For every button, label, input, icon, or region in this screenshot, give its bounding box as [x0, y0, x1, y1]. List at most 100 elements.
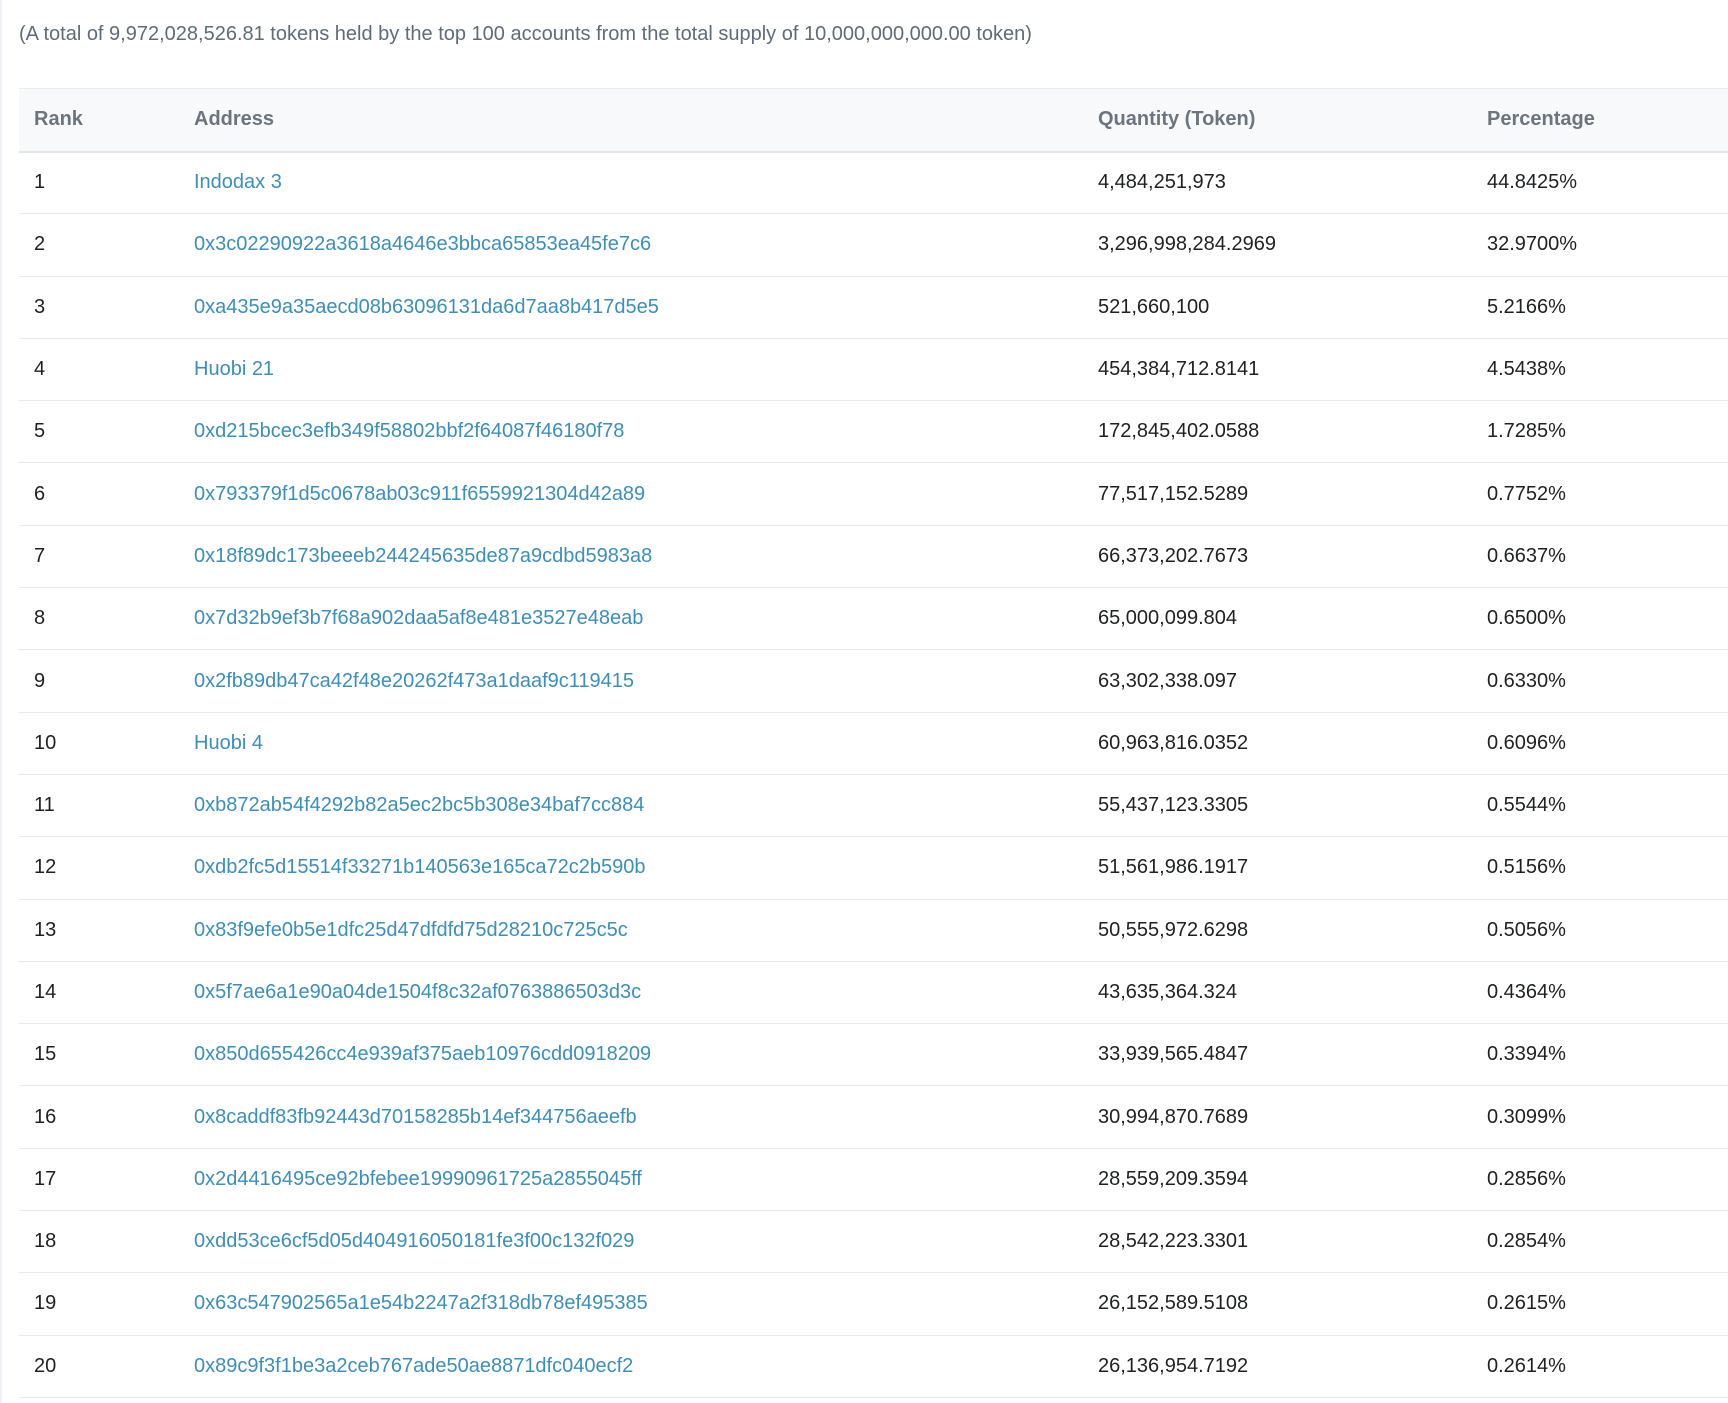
table-row: 19 0x63c547902565a1e54b2247a2f318db78ef49… — [19, 1273, 1728, 1336]
table-row: 14 0x5f7ae6a1e90a04de1504f8c32af076388650… — [19, 961, 1728, 1024]
table-body: 1 Indodax 3 4,484,251,973 44.8425% 2 0x3c0229… — [19, 152, 1728, 1398]
rank-cell: 2 — [34, 233, 46, 256]
percentage-cell: 0.5156% — [1487, 856, 1566, 879]
rank-cell: 8 — [34, 607, 46, 630]
address-link[interactable]: 0x2d4416495ce92bfebee19990961725a2855045… — [194, 1168, 642, 1190]
address-cell: 0x2d4416495ce92bfebee19990961725a2855045… — [194, 1148, 1098, 1210]
rank-cell: 11 — [34, 794, 55, 817]
address-cell: Huobi 21 — [194, 338, 1098, 400]
address-cell: 0xa435e9a35aecd08b63096131da6d7aa8b417d5… — [194, 276, 1098, 338]
table-row: 18 0xdd53ce6cf5d05d404916050181fe3f00c132… — [19, 1211, 1728, 1273]
table-row: 16 0x8caddf83fb92443d70158285b14ef344756a… — [19, 1086, 1728, 1149]
table-header: Rank Address Quantity (Token) Percentage — [19, 88, 1728, 152]
rank-cell: 18 — [34, 1230, 57, 1253]
address-cell: 0x8caddf83fb92443d70158285b14ef344756aee… — [194, 1086, 1098, 1148]
quantity-cell: 63,302,338.097 — [1098, 669, 1238, 692]
address-cell: 0x7d32b9ef3b7f68a902daa5af8e481e3527e48e… — [194, 588, 1098, 650]
quantity-cell: 65,000,099.804 — [1098, 607, 1238, 630]
quantity-cell: 28,542,223.3301 — [1098, 1230, 1249, 1253]
address-cell: 0x63c547902565a1e54b2247a2f318db78ef4953… — [194, 1273, 1098, 1335]
table-row: 4 Huobi 21 454,384,712.8141 4.5438% — [19, 338, 1728, 401]
percentage-cell: 0.2614% — [1487, 1354, 1566, 1377]
address-cell: 0x83f9efe0b5e1dfc25d47dfdfd75d28210c725c… — [194, 899, 1098, 961]
percentage-cell: 5.2166% — [1487, 295, 1566, 318]
address-link[interactable]: 0x63c547902565a1e54b2247a2f318db78ef4953… — [194, 1292, 648, 1314]
percentage-cell: 0.2856% — [1487, 1167, 1566, 1190]
address-cell: 0xb872ab54f4292b82a5ec2bc5b308e34baf7cc8… — [194, 774, 1098, 836]
table-row: 10 Huobi 4 60,963,816.0352 0.6096% — [19, 712, 1728, 775]
address-link[interactable]: 0xb872ab54f4292b82a5ec2bc5b308e34baf7cc8… — [194, 794, 644, 816]
percentage-cell: 1.7285% — [1487, 420, 1566, 443]
address-link[interactable]: 0x8caddf83fb92443d70158285b14ef344756aee… — [194, 1106, 637, 1128]
table-row: 6 0x793379f1d5c0678ab03c911f6559921304d42… — [19, 463, 1728, 526]
address-link[interactable]: 0x5f7ae6a1e90a04de1504f8c32af0763886503d… — [194, 981, 641, 1003]
rank-cell: 4 — [34, 358, 46, 381]
rank-cell: 12 — [34, 856, 57, 879]
holders-summary-text: (A total of 9,972,028,526.81 tokens held… — [19, 23, 1032, 45]
address-link[interactable]: 0x7d32b9ef3b7f68a902daa5af8e481e3527e48e… — [194, 607, 643, 629]
rank-cell: 6 — [34, 482, 46, 505]
column-header-percentage: Percentage — [1487, 108, 1595, 131]
quantity-cell: 77,517,152.5289 — [1098, 482, 1249, 505]
address-cell: 0x3c02290922a3618a4646e3bbca65853ea45fe7… — [194, 214, 1098, 276]
address-link[interactable]: Huobi 4 — [194, 732, 263, 754]
quantity-cell: 28,559,209.3594 — [1098, 1167, 1249, 1190]
rank-cell: 10 — [34, 731, 57, 754]
rank-cell: 14 — [34, 981, 57, 1003]
address-link[interactable]: 0x850d655426cc4e939af375aeb10976cdd09182… — [194, 1043, 651, 1065]
table-row: 2 0x3c02290922a3618a4646e3bbca65853ea45fe… — [19, 214, 1728, 277]
quantity-cell: 26,152,589.5108 — [1098, 1292, 1249, 1315]
address-link[interactable]: 0xa435e9a35aecd08b63096131da6d7aa8b417d5… — [194, 296, 659, 318]
table-row: 7 0x18f89dc173beeeb244245635de87a9cdbd598… — [19, 525, 1728, 588]
address-link[interactable]: Huobi 21 — [194, 358, 274, 380]
quantity-cell: 454,384,712.8141 — [1098, 358, 1260, 381]
address-link[interactable]: 0x89c9f3f1be3a2ceb767ade50ae8871dfc040ec… — [194, 1355, 633, 1377]
address-link[interactable]: 0x18f89dc173beeeb244245635de87a9cdbd5983… — [194, 545, 652, 567]
address-cell: 0x850d655426cc4e939af375aeb10976cdd09182… — [194, 1024, 1098, 1086]
percentage-cell: 0.3394% — [1487, 1043, 1566, 1066]
address-link[interactable]: Indodax 3 — [194, 171, 282, 193]
percentage-cell: 0.5056% — [1487, 918, 1566, 941]
rank-cell: 3 — [34, 295, 46, 318]
percentage-cell: 4.5438% — [1487, 358, 1566, 381]
table-header-row: Rank Address Quantity (Token) Percentage — [19, 88, 1728, 152]
percentage-cell: 0.2615% — [1487, 1292, 1566, 1315]
table-row: 5 0xd215bcec3efb349f58802bbf2f64087f46180… — [19, 401, 1728, 463]
rank-cell: 9 — [34, 669, 46, 692]
address-link[interactable]: 0x793379f1d5c0678ab03c911f6559921304d42a… — [194, 483, 645, 505]
address-link[interactable]: 0x83f9efe0b5e1dfc25d47dfdfd75d28210c725c… — [194, 919, 628, 941]
left-border — [0, 0, 2, 1403]
quantity-cell: 3,296,998,284.2969 — [1098, 233, 1276, 256]
quantity-cell: 33,939,565.4847 — [1098, 1043, 1249, 1066]
quantity-cell: 60,963,816.0352 — [1098, 731, 1249, 754]
address-link[interactable]: 0x3c02290922a3618a4646e3bbca65853ea45fe7… — [194, 233, 651, 255]
column-header-rank: Rank — [34, 108, 83, 131]
table-row: 11 0xb872ab54f4292b82a5ec2bc5b308e34baf7c… — [19, 774, 1728, 837]
table-row: 3 0xa435e9a35aecd08b63096131da6d7aa8b417d… — [19, 276, 1728, 339]
address-cell: 0x89c9f3f1be3a2ceb767ade50ae8871dfc040ec… — [194, 1335, 1098, 1397]
address-link[interactable]: 0xdd53ce6cf5d05d404916050181fe3f00c132f0… — [194, 1230, 634, 1252]
address-link[interactable]: 0xdb2fc5d15514f33271b140563e165ca72c2b59… — [194, 856, 646, 878]
percentage-cell: 32.9700% — [1487, 233, 1578, 256]
address-cell: 0xdd53ce6cf5d05d404916050181fe3f00c132f0… — [194, 1211, 1098, 1273]
address-link[interactable]: 0xd215bcec3efb349f58802bbf2f64087f46180f… — [194, 420, 624, 442]
address-cell: 0x793379f1d5c0678ab03c911f6559921304d42a… — [194, 463, 1098, 525]
percentage-cell: 0.6500% — [1487, 607, 1566, 630]
rank-cell: 17 — [34, 1167, 57, 1190]
address-cell: 0x18f89dc173beeeb244245635de87a9cdbd5983… — [194, 525, 1098, 587]
column-header-address: Address — [194, 108, 275, 131]
quantity-cell: 172,845,402.0588 — [1098, 420, 1260, 443]
percentage-cell: 0.6637% — [1487, 544, 1566, 567]
address-cell: 0xdb2fc5d15514f33271b140563e165ca72c2b59… — [194, 837, 1098, 899]
quantity-cell: 43,635,364.324 — [1098, 981, 1238, 1003]
percentage-cell: 0.2854% — [1487, 1230, 1566, 1253]
table-row: 13 0x83f9efe0b5e1dfc25d47dfdfd75d28210c72… — [19, 899, 1728, 962]
rank-cell: 15 — [34, 1043, 57, 1066]
rank-cell: 20 — [34, 1354, 57, 1377]
table-row: 15 0x850d655426cc4e939af375aeb10976cdd091… — [19, 1024, 1728, 1086]
percentage-cell: 0.6330% — [1487, 669, 1566, 692]
address-link[interactable]: 0x2fb89db47ca42f48e20262f473a1daaf9c1194… — [194, 670, 634, 692]
rank-cell: 13 — [34, 918, 57, 941]
table-row: 12 0xdb2fc5d15514f33271b140563e165ca72c2b… — [19, 837, 1728, 900]
rank-cell: 5 — [34, 420, 46, 443]
